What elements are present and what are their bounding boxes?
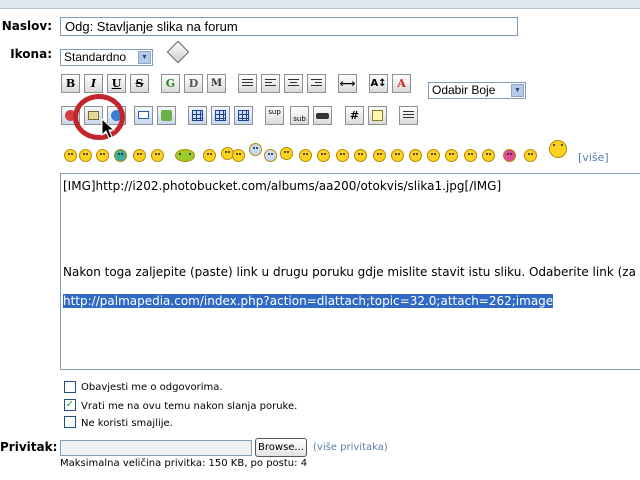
smiley-icon[interactable] bbox=[64, 149, 77, 162]
subscript-button[interactable]: sub bbox=[290, 106, 309, 125]
mouse-cursor-icon bbox=[101, 118, 115, 139]
message-textarea[interactable]: [IMG]http://i202.photobucket.com/albums/… bbox=[60, 173, 640, 370]
smiley-icon[interactable] bbox=[249, 143, 262, 156]
font-color-button[interactable]: A bbox=[392, 74, 411, 93]
align-center-button[interactable] bbox=[284, 74, 303, 93]
align-left-button[interactable] bbox=[261, 74, 280, 93]
shadow-button[interactable]: D bbox=[184, 74, 203, 93]
quote-icon bbox=[372, 110, 383, 121]
smiley-icon[interactable] bbox=[336, 149, 349, 162]
sun-smiley-icon[interactable] bbox=[549, 140, 567, 158]
table-button[interactable] bbox=[188, 106, 207, 125]
email-icon bbox=[138, 111, 149, 119]
smiley-icon[interactable] bbox=[445, 149, 458, 162]
italic-button[interactable]: I bbox=[84, 74, 103, 93]
smiley-icon[interactable] bbox=[299, 149, 312, 162]
ftp-button[interactable] bbox=[157, 106, 176, 125]
email-button[interactable] bbox=[134, 106, 153, 125]
superscript-button[interactable]: sup bbox=[265, 106, 284, 125]
smiley-icon[interactable] bbox=[280, 147, 293, 160]
editor-line-selected-link: http://palmapedia.com/index.php?action=d… bbox=[63, 294, 554, 308]
highlight-circle bbox=[73, 94, 125, 140]
quote-button[interactable] bbox=[368, 106, 387, 125]
smiley-icon[interactable] bbox=[133, 149, 146, 162]
teletype-button[interactable] bbox=[313, 106, 332, 125]
smiley-icon[interactable] bbox=[264, 149, 277, 162]
chevron-down-icon: ▼ bbox=[138, 51, 151, 64]
icon-label: Ikona: bbox=[10, 47, 52, 61]
code-button[interactable]: # bbox=[345, 106, 364, 125]
title-label: Naslov: bbox=[1, 19, 52, 33]
smiley-icon[interactable] bbox=[482, 149, 495, 162]
smiley-icon[interactable] bbox=[409, 149, 422, 162]
icon-select-value: Standardno bbox=[64, 50, 127, 64]
attachment-limit-text: Maksimalna veličina privitka: 150 KB, po… bbox=[60, 458, 308, 469]
attachment-label: Privitak: bbox=[0, 440, 58, 454]
smiley-icon[interactable] bbox=[464, 149, 477, 162]
return-to-topic-checkbox[interactable]: ✓ bbox=[64, 399, 76, 411]
top-border bbox=[0, 0, 640, 9]
attachment-file-input[interactable] bbox=[60, 440, 252, 456]
notify-checkbox[interactable] bbox=[64, 381, 76, 393]
message-icon-preview bbox=[166, 40, 190, 64]
more-smileys-link[interactable]: [više] bbox=[578, 151, 609, 164]
smiley-icon[interactable] bbox=[232, 149, 245, 162]
bold-button[interactable]: B bbox=[61, 74, 80, 93]
smiley-icon[interactable] bbox=[427, 149, 440, 162]
smiley-icon[interactable] bbox=[203, 149, 216, 162]
marquee-button[interactable]: M bbox=[207, 74, 226, 93]
hr-button[interactable]: ⟷ bbox=[338, 74, 357, 93]
smiley-icon[interactable] bbox=[114, 149, 127, 162]
smiley-icon[interactable] bbox=[175, 149, 195, 162]
smiley-icon[interactable] bbox=[391, 149, 404, 162]
no-smileys-label: Ne koristi smajlije. bbox=[81, 418, 173, 429]
smiley-icon[interactable] bbox=[96, 149, 109, 162]
smiley-icon[interactable] bbox=[79, 149, 92, 162]
editor-line-img: [IMG]http://i202.photobucket.com/albums/… bbox=[63, 179, 502, 193]
no-smileys-checkbox[interactable] bbox=[64, 416, 76, 428]
notify-label: Obavjesti me o odgovorima. bbox=[81, 382, 223, 393]
smiley-icon[interactable] bbox=[151, 149, 164, 162]
table-cell-button[interactable] bbox=[234, 106, 253, 125]
icon-select[interactable]: Standardno ▼ bbox=[60, 49, 153, 66]
glow-button[interactable]: G bbox=[161, 74, 180, 93]
editor-line-instruction: Nakon toga zaljepite (paste) link u drug… bbox=[63, 265, 636, 279]
table-row-icon bbox=[215, 110, 226, 121]
smiley-icon[interactable] bbox=[373, 149, 386, 162]
more-attachments-link[interactable]: (više privitaka) bbox=[313, 442, 388, 453]
smiley-icon[interactable] bbox=[503, 149, 516, 162]
smiley-icon[interactable] bbox=[354, 149, 367, 162]
color-select[interactable]: Odabir Boje ▼ bbox=[428, 82, 526, 99]
pre-button[interactable] bbox=[238, 74, 257, 93]
table-icon bbox=[192, 110, 203, 121]
table-cell-icon bbox=[238, 110, 249, 121]
return-to-topic-label: Vrati me na ovu temu nakon slanja poruke… bbox=[81, 401, 298, 412]
browse-button[interactable]: Browse... bbox=[255, 438, 307, 457]
strike-button[interactable]: S bbox=[130, 74, 149, 93]
list-button[interactable] bbox=[399, 106, 418, 125]
smiley-icon[interactable] bbox=[524, 149, 537, 162]
subject-input[interactable]: Odg: Stavljanje slika na forum bbox=[60, 17, 518, 36]
font-size-button[interactable]: A↕ bbox=[369, 74, 388, 93]
align-right-button[interactable] bbox=[307, 74, 326, 93]
smiley-icon[interactable] bbox=[317, 149, 330, 162]
chevron-down-icon: ▼ bbox=[511, 84, 524, 97]
table-row-button[interactable] bbox=[211, 106, 230, 125]
color-select-value: Odabir Boje bbox=[432, 83, 496, 97]
hat-icon bbox=[316, 113, 329, 119]
underline-button[interactable]: U bbox=[107, 74, 126, 93]
ftp-icon bbox=[161, 110, 172, 121]
